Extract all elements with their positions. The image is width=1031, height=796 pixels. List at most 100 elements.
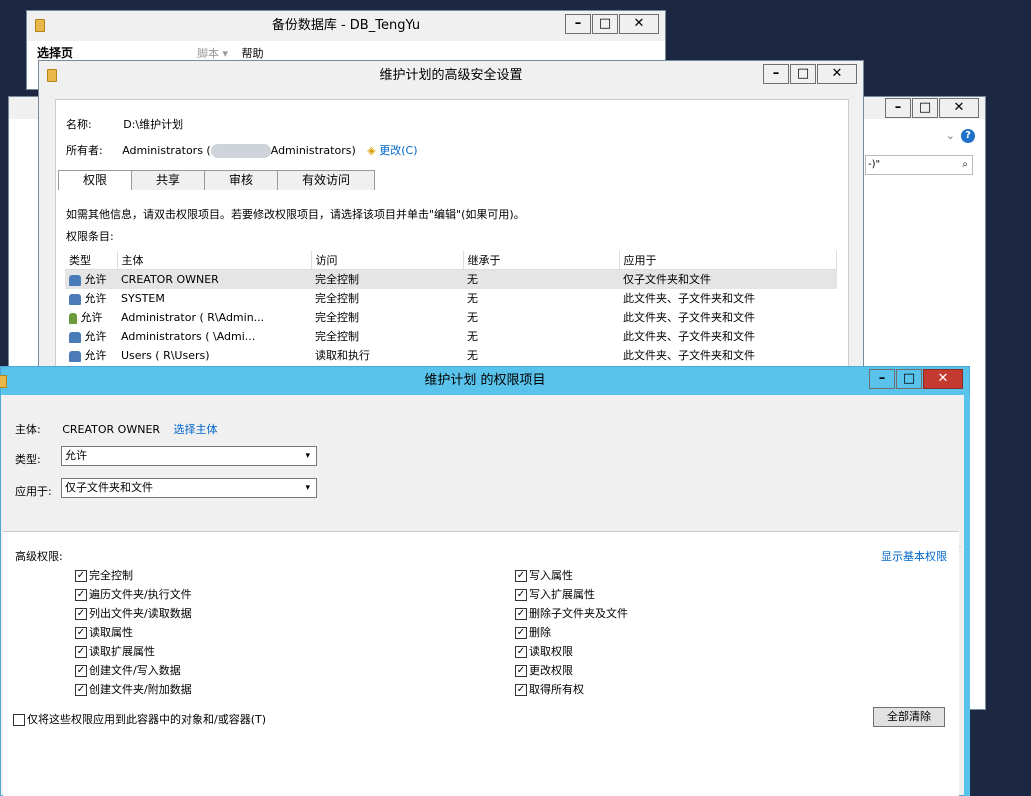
name-label: 名称: [66,118,92,131]
checkbox-checked[interactable]: ✓ [75,684,87,696]
checkbox-checked[interactable]: ✓ [75,665,87,677]
applies-value: 仅子文件夹和文件 [65,481,153,494]
perm-checkbox[interactable]: ✓ 创建文件夹/附加数据 [75,682,192,700]
table-row[interactable]: 允许 Administrator ( R\Admin... 完全控制 无 此文件… [65,308,837,327]
close-button[interactable]: ✕ [923,369,963,389]
help-icon[interactable]: ? [961,129,975,143]
perm-checkbox[interactable]: ✓ 删除子文件夹及文件 [515,606,628,624]
perm-label: 读取扩展属性 [89,645,155,658]
perm-checkbox[interactable]: ✓ 创建文件/写入数据 [75,663,181,681]
apply-only-label: 仅将这些权限应用到此容器中的对象和/或容器(T) [27,713,267,726]
perm-label: 删除子文件夹及文件 [529,607,628,620]
table-row[interactable]: 允许 SYSTEM 完全控制 无 此文件夹、子文件夹和文件 [65,289,837,308]
tab-effective-access[interactable]: 有效访问 [277,170,376,190]
perm-checkbox[interactable]: ✓ 列出文件夹/读取数据 [75,606,192,624]
perm-label: 创建文件夹/附加数据 [89,683,192,696]
maximize-button[interactable]: □ [912,98,938,118]
maximize-button[interactable]: □ [592,14,618,34]
checkbox-checked[interactable]: ✓ [75,570,87,582]
table-row[interactable]: 允许 Administrators ( \Admi... 完全控制 无 此文件夹… [65,327,837,346]
checkbox-checked[interactable]: ✓ [515,570,527,582]
perm-checkbox[interactable]: ✓ 更改权限 [515,663,573,681]
select-principal-link[interactable]: 选择主体 [174,423,218,436]
row-type: 允许 [84,273,107,287]
row-type: 允许 [84,330,107,343]
row-inherited: 无 [467,292,478,305]
checkbox-checked[interactable]: ✓ [75,589,87,601]
maximize-button[interactable]: □ [896,369,922,389]
table-row[interactable]: 允许 Users ( R\Users) 读取和执行 无 此文件夹、子文件夹和文件 [65,346,837,365]
col-type[interactable]: 类型 [65,251,118,270]
row-principal: CREATOR OWNER [117,269,311,289]
tab-audit[interactable]: 审核 [204,170,279,190]
row-access: 完全控制 [311,269,463,289]
checkbox-checked[interactable]: ✓ [75,627,87,639]
perm-label: 读取属性 [89,626,133,639]
checkbox-checked[interactable]: ✓ [75,608,87,620]
script-button[interactable]: 脚本 ▾ [197,47,228,60]
col-applies-to[interactable]: 应用于 [619,251,837,270]
checkbox-checked[interactable]: ✓ [515,589,527,601]
show-basic-link[interactable]: 显示基本权限 [881,548,947,564]
advsec-titlebar: 维护计划的高级安全设置 – □ ✕ [39,61,863,91]
name-row: 名称: D:\维护计划 [66,116,183,132]
help-button[interactable]: 帮助 [242,47,264,60]
checkbox-checked[interactable]: ✓ [515,646,527,658]
search-input[interactable]: -)" ⌕ [865,155,973,175]
minimize-button[interactable]: – [565,14,591,34]
table-row[interactable]: 允许 CREATOR OWNER 完全控制 无 仅子文件夹和文件 [65,269,837,289]
entries-label: 权限条目: [66,230,114,243]
perm-checkbox[interactable]: ✓ 遍历文件夹/执行文件 [75,587,192,605]
info-text: 如需其他信息，请双击权限项目。若要修改权限项目，请选择该项目并单击"编辑"(如果… [66,208,525,221]
minimize-button[interactable]: – [885,98,911,118]
close-button[interactable]: ✕ [619,14,659,34]
minimize-button[interactable]: – [869,369,895,389]
checkbox-checked[interactable]: ✓ [515,627,527,639]
perm-checkbox[interactable]: ✓ 取得所有权 [515,682,584,700]
perm-checkbox[interactable]: ✓ 读取属性 [75,625,133,643]
row-inherited: 无 [467,349,478,362]
checkbox-checked[interactable]: ✓ [515,684,527,696]
chevron-down-icon: ▾ [305,483,310,493]
chevron-down-icon: ▾ [305,451,310,461]
type-select[interactable]: 允许 ▾ [61,446,317,466]
col-access[interactable]: 访问 [311,251,464,270]
row-inherited: 无 [467,330,478,343]
change-owner-link[interactable]: 更改(C) [379,144,417,157]
search-text: -)" [868,159,881,170]
perm-label: 写入属性 [529,569,573,582]
perm-label: 写入扩展属性 [529,588,595,601]
perm-checkbox[interactable]: ✓ 删除 [515,625,551,643]
apply-only-checkbox[interactable]: 仅将这些权限应用到此容器中的对象和/或容器(T) [13,712,266,730]
row-access: 完全控制 [315,311,359,324]
row-applies: 仅子文件夹和文件 [619,269,837,289]
tab-permissions[interactable]: 权限 [58,170,133,190]
advanced-permissions-panel: 高级权限: 显示基本权限 ✓ 完全控制 ✓ 遍历文件夹/执行文件 ✓ 列出文件夹/读取… [3,531,959,796]
owner-value-start: Administrators ( [122,144,211,157]
users-icon [69,331,81,343]
perm-checkbox[interactable]: ✓ 写入属性 [515,568,573,586]
search-icon[interactable]: ⌕ [962,156,968,174]
checkbox-checked[interactable]: ✓ [515,608,527,620]
clear-all-button[interactable]: 全部清除 [873,707,945,727]
minimize-button[interactable]: – [763,64,789,84]
checkbox-checked[interactable]: ✓ [75,646,87,658]
chevron-down-icon[interactable]: ⌄ [946,129,955,142]
perm-checkbox[interactable]: ✓ 完全控制 [75,568,133,586]
shield-icon: ◈ [367,144,376,157]
row-principal: SYSTEM [121,291,165,305]
perm-checkbox[interactable]: ✓ 写入扩展属性 [515,587,595,605]
checkbox-unchecked[interactable] [13,714,25,726]
checkbox-checked[interactable]: ✓ [515,665,527,677]
maximize-button[interactable]: □ [790,64,816,84]
col-inherited[interactable]: 继承于 [463,251,620,270]
col-principal[interactable]: 主体 [117,251,312,270]
entry-titlebar: 维护计划 的权限项目 – □ ✕ [0,367,969,395]
tab-share[interactable]: 共享 [131,170,206,190]
principal-value: CREATOR OWNER [62,423,161,436]
perm-checkbox[interactable]: ✓ 读取权限 [515,644,573,662]
perm-checkbox[interactable]: ✓ 读取扩展属性 [75,644,155,662]
applies-select[interactable]: 仅子文件夹和文件 ▾ [61,478,317,498]
close-button[interactable]: ✕ [939,98,979,118]
close-button[interactable]: ✕ [817,64,857,84]
